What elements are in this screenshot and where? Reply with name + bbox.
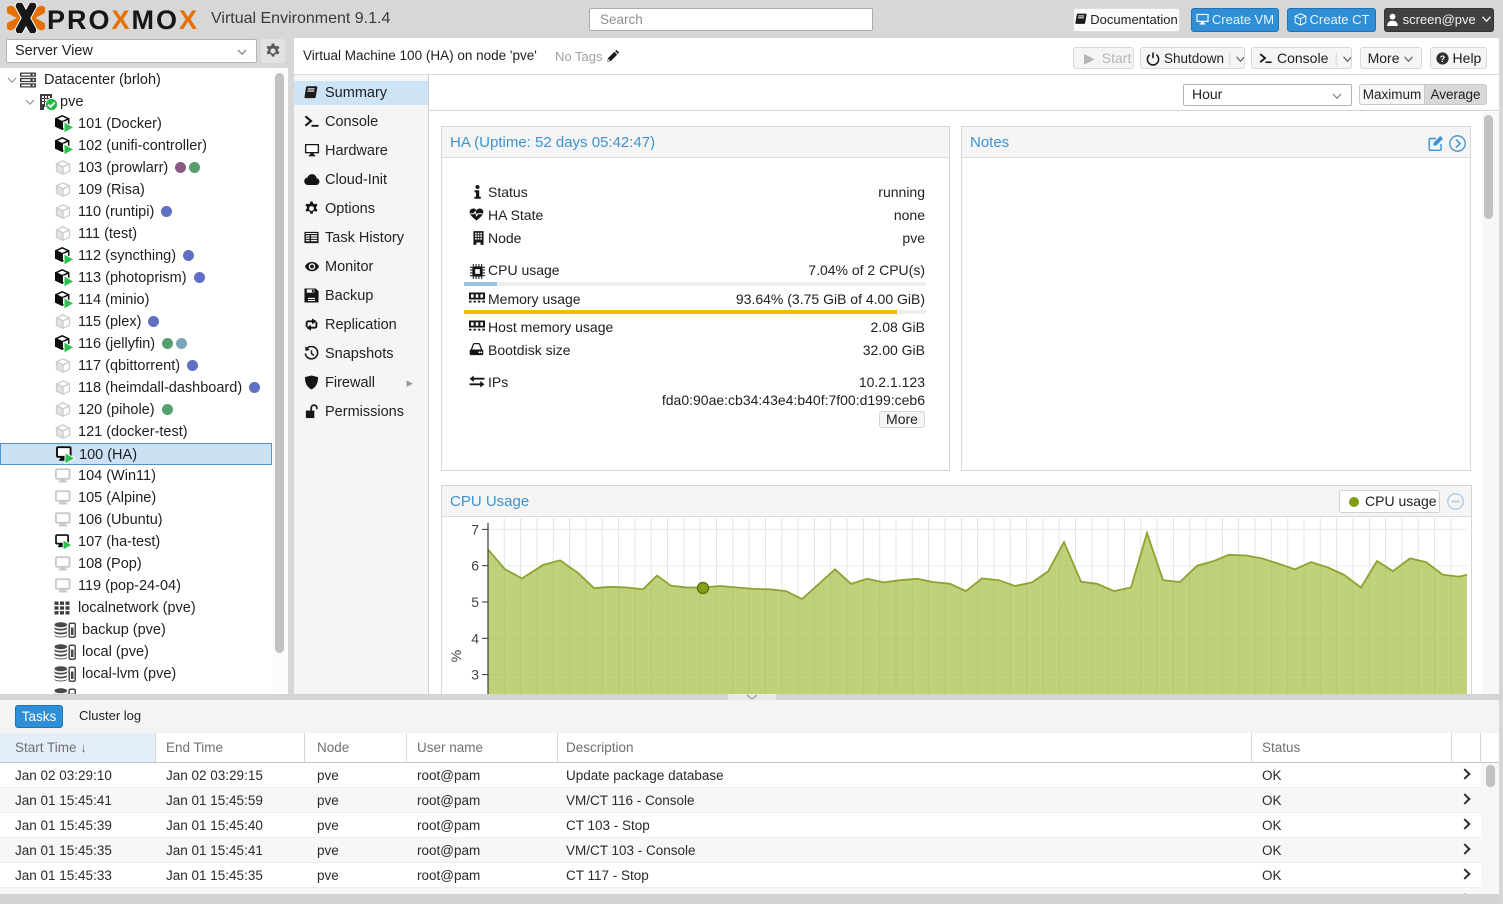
svg-text:4: 4 <box>471 630 479 646</box>
svg-text:3: 3 <box>471 667 479 683</box>
svg-text:?: ? <box>1439 54 1444 64</box>
svg-text:6: 6 <box>471 558 479 574</box>
svg-text:%: % <box>448 650 464 662</box>
svg-text:7: 7 <box>471 521 479 537</box>
svg-text:5: 5 <box>471 594 479 610</box>
